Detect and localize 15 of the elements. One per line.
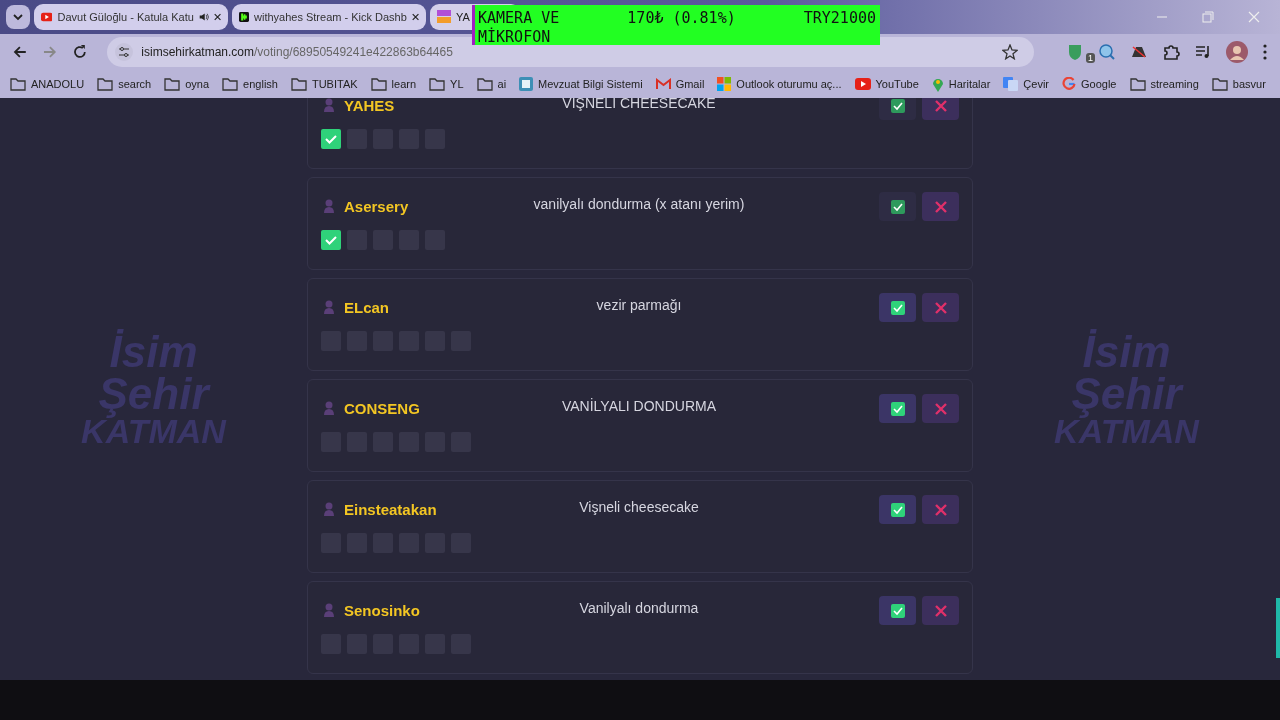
answer-text: vanilyalı dondurma (x atanı yerim) <box>532 195 746 212</box>
player-name: Asersery <box>344 197 409 215</box>
player-name: Einsteatakan <box>344 500 437 518</box>
answer-text: vezir parmağı <box>595 296 683 313</box>
donation-goal: TRY21000 <box>803 9 876 28</box>
extension-badge: 1 <box>1086 53 1095 63</box>
player-name: YAHES <box>344 98 395 114</box>
answer-text: Vişneli cheesecake <box>578 498 700 515</box>
answer-text: VANİLYALI DONDURMA <box>561 397 717 414</box>
player-name: CONSENG <box>344 399 420 417</box>
player-name: ELcan <box>344 298 389 316</box>
answer-text: VIŞNELI CHEESECAKE <box>561 98 717 111</box>
donation-amount: 170₺ (0.81%) <box>627 9 736 28</box>
answer-text: Vanilyalı dondurma <box>578 599 700 616</box>
player-name: Senosinko <box>344 601 420 619</box>
